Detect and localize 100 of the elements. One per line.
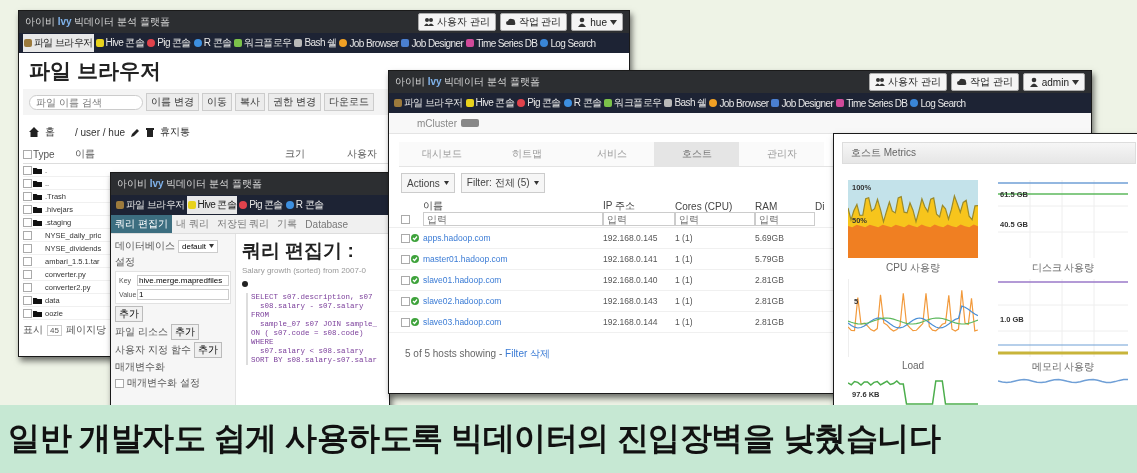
nav-tab[interactable]: Bash 쉘 [293, 34, 338, 52]
table-cell: 1 (1) [675, 275, 693, 285]
app-icon [563, 99, 572, 107]
tab[interactable]: 저장된 쿼리 [212, 215, 274, 233]
nav-tab[interactable]: Bash 쉘 [663, 94, 708, 112]
nav-tab[interactable]: 파일 브라우저 [23, 34, 94, 52]
nav-tab[interactable]: R 콘솔 [192, 34, 233, 52]
nav-tab[interactable]: 워크플로우 [233, 34, 293, 52]
nav-tab[interactable]: Hive 콘솔 [464, 94, 516, 112]
header-button[interactable]: 사용자 관리 [869, 73, 947, 91]
header-button[interactable]: 사용자 관리 [417, 13, 496, 31]
checkbox[interactable] [23, 191, 32, 201]
caret-icon [209, 244, 215, 248]
column-header[interactable]: Type [33, 148, 55, 160]
nav-tab[interactable]: Log Search [909, 95, 967, 111]
tab[interactable]: Database [301, 215, 353, 233]
add-button[interactable]: 추가 [170, 324, 199, 340]
host-link[interactable]: slave01.hadoop.com [423, 275, 502, 285]
host-link[interactable]: slave03.hadoop.com [423, 317, 502, 327]
nav-tab[interactable]: Job Browser [338, 35, 400, 51]
filter-field[interactable]: 입력 [423, 212, 603, 226]
checkbox[interactable] [23, 243, 32, 253]
home-link[interactable]: 홈 [45, 125, 55, 139]
app-icon [294, 39, 303, 47]
key-field[interactable]: hive.merge.mapredfiles [137, 275, 229, 286]
filter-field[interactable]: 입력 [675, 212, 755, 226]
clear-filter-link[interactable]: Filter 삭제 [505, 348, 551, 359]
checkbox[interactable] [23, 282, 32, 292]
column-header[interactable]: 크기 [285, 147, 305, 161]
nav-tab[interactable]: Job Designer [400, 35, 465, 51]
toolbar-button[interactable]: 이름 변경 [146, 93, 199, 111]
trash-link[interactable]: 휴지통 [160, 125, 191, 139]
checkbox[interactable] [23, 165, 32, 175]
toolbar-button[interactable]: 복사 [234, 93, 265, 111]
checkbox[interactable] [23, 204, 32, 214]
filter-field[interactable]: 입력 [603, 212, 675, 226]
tab[interactable]: 호스트 [654, 142, 739, 166]
nav-tab[interactable]: Hive 콘솔 [186, 196, 238, 214]
tab[interactable]: 기록 [273, 215, 302, 233]
host-link[interactable]: apps.hadoop.com [423, 233, 491, 243]
filter-dropdown[interactable]: Filter: 전체 (5) [460, 173, 545, 193]
nav-tab[interactable]: Hive 콘솔 [94, 34, 146, 52]
nav-tab[interactable]: 파일 브라우저 [393, 94, 464, 112]
checkbox[interactable] [401, 275, 410, 285]
filter-field[interactable]: 입력 [755, 212, 815, 226]
toolbar-button[interactable]: 권한 변경 [267, 93, 321, 111]
column-header[interactable]: 이름 [423, 199, 443, 213]
nav-tab[interactable]: Job Designer [770, 95, 835, 111]
tab[interactable]: 쿼리 편집기 [111, 215, 172, 233]
nav-tab[interactable]: Time Series DB [465, 35, 539, 51]
database-select[interactable]: default [178, 239, 219, 253]
toolbar-button[interactable]: 이동 [201, 93, 232, 111]
nav-tab[interactable]: Pig 콘솔 [146, 34, 192, 52]
account-menu-button[interactable]: admin [1022, 73, 1085, 91]
nav-tab[interactable]: 파일 브라우저 [115, 196, 186, 214]
nav-tab[interactable]: Pig 콘솔 [516, 94, 562, 112]
nav-tab[interactable]: Pig 콘솔 [238, 196, 284, 214]
checkbox[interactable] [23, 308, 32, 318]
checkbox[interactable] [23, 256, 32, 266]
nav-tab[interactable]: Time Series DB [835, 95, 909, 111]
checkbox[interactable] [23, 217, 32, 227]
nav-tab[interactable]: Job Browser [708, 95, 770, 111]
checkbox[interactable] [23, 149, 32, 159]
path-link[interactable]: / user / hue [75, 126, 126, 138]
column-header[interactable]: Cores (CPU) [675, 200, 733, 212]
header-button[interactable]: 작업 관리 [499, 13, 568, 31]
nav-tab[interactable]: 워크플로우 [603, 94, 663, 112]
checkbox[interactable] [23, 230, 32, 240]
column-header[interactable]: 사용자 [347, 147, 377, 161]
search-field[interactable]: 파일 이름 검색 [29, 94, 143, 110]
value-field[interactable]: 1 [137, 289, 229, 300]
account-menu-button[interactable]: hue [571, 13, 623, 31]
nav-tab[interactable]: Log Search [539, 35, 597, 51]
tab[interactable]: 내 쿼리 [171, 215, 213, 233]
app-icon [239, 201, 248, 209]
page-size-select[interactable]: 45 [47, 324, 62, 336]
checkbox[interactable] [23, 295, 32, 305]
app-icon [24, 39, 32, 47]
host-link[interactable]: master01.hadoop.com [423, 254, 508, 264]
toolbar-button[interactable]: 다운로드 [323, 93, 374, 111]
header-button[interactable]: 작업 관리 [950, 73, 1019, 91]
checkbox[interactable] [115, 378, 124, 388]
nav-tab[interactable]: R 콘솔 [562, 94, 603, 112]
checkbox[interactable] [23, 178, 32, 188]
column-header[interactable]: IP 주소 [603, 199, 636, 213]
add-button[interactable]: 추가 [115, 306, 143, 322]
column-header[interactable]: Di [815, 200, 825, 212]
actions-dropdown[interactable]: Actions [401, 173, 455, 193]
checkbox[interactable] [401, 233, 410, 243]
checkbox[interactable] [23, 269, 32, 279]
column-header[interactable]: RAM [755, 200, 778, 212]
checkbox[interactable] [401, 254, 410, 264]
host-link[interactable]: slave02.hadoop.com [423, 296, 502, 306]
checkbox[interactable] [401, 296, 410, 306]
column-header[interactable]: 이름 [75, 147, 95, 161]
add-button[interactable]: 추가 [193, 342, 222, 358]
checkbox[interactable] [401, 317, 410, 327]
checkbox[interactable] [401, 214, 410, 224]
nav-tab[interactable]: R 콘솔 [284, 196, 325, 214]
cluster-name: mCluster [417, 117, 457, 129]
